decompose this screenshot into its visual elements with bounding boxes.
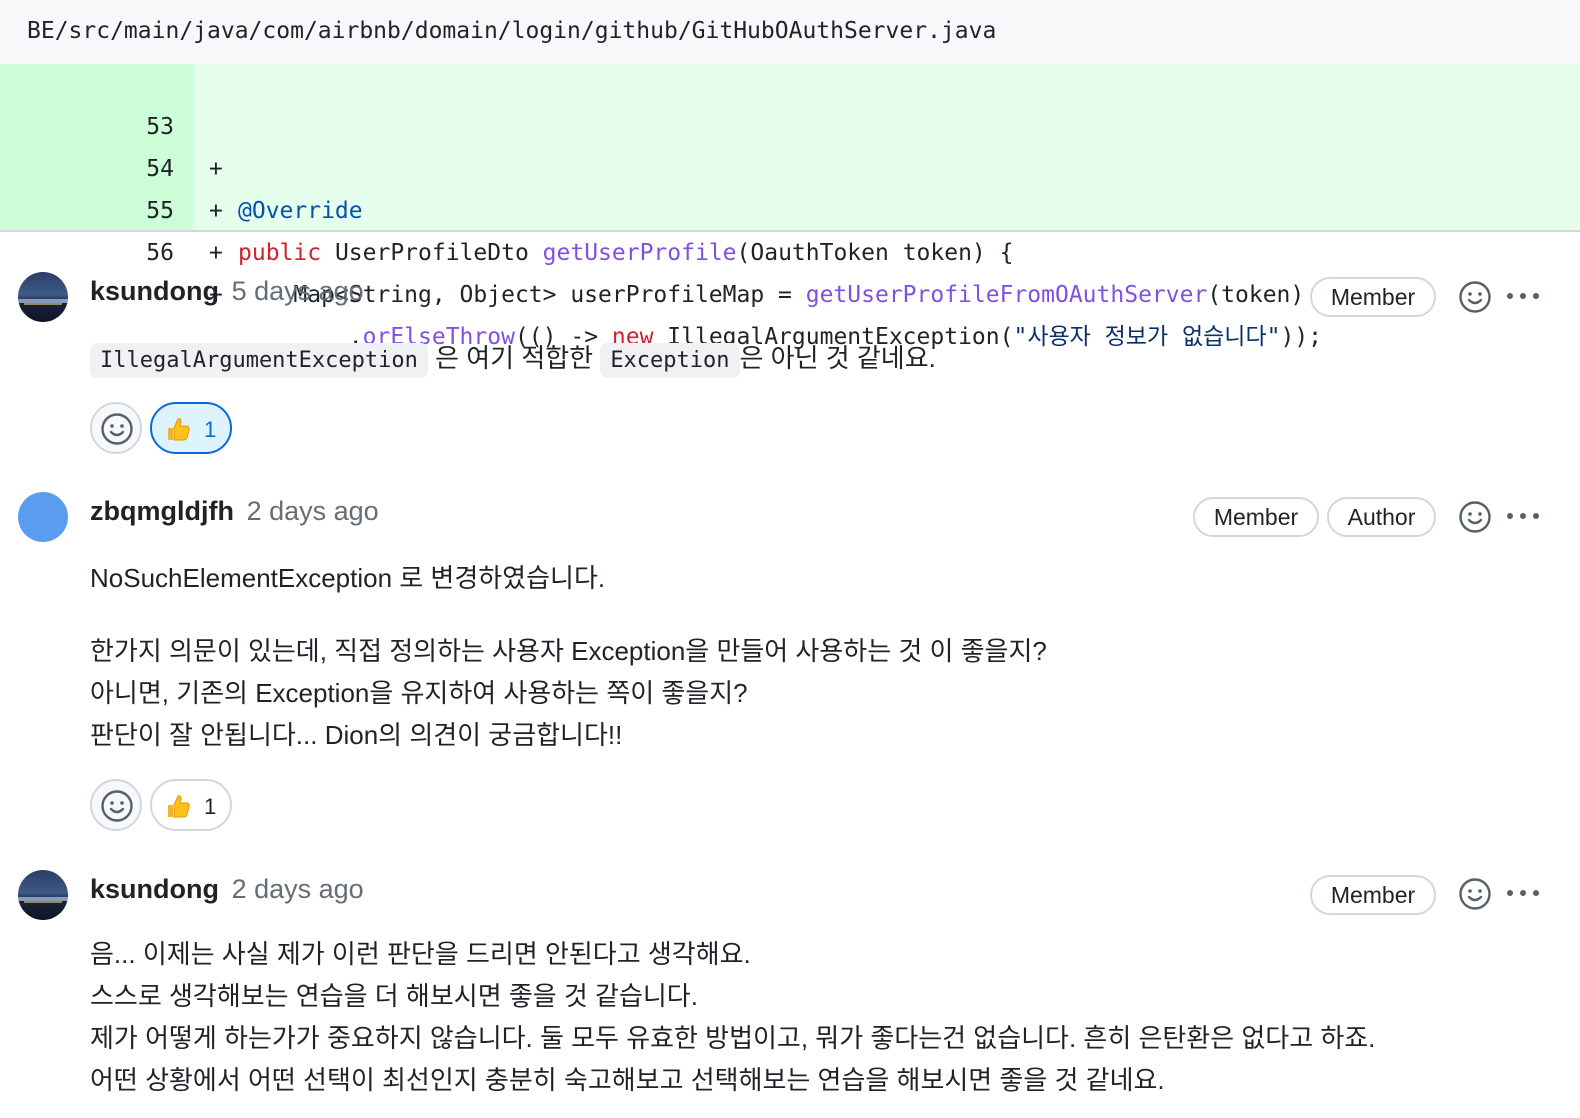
comment-author[interactable]: ksundong — [90, 276, 219, 306]
code-line: Map<String, Object> userProfileMap = get… — [238, 274, 1304, 316]
comment-text: 은 여기 적합한 — [427, 343, 601, 373]
comment-line: 음... 이제는 사실 제가 이런 판단을 드리면 안된다고 생각해요. — [90, 939, 751, 969]
comment-line: 한가지 의문이 있는데, 직접 정의하는 사용자 Exception을 만들어 … — [90, 636, 1047, 666]
diff-line: 54 + public UserProfileDto getUserProfil… — [0, 106, 1580, 266]
thumbs-up-reaction-button[interactable]: 1 — [150, 402, 232, 454]
reaction-count: 1 — [204, 417, 217, 442]
diff-hunk: 53 + @Override 54 + public UserProfileDt… — [0, 64, 1580, 350]
author-badge: Author — [1327, 497, 1436, 537]
kebab-horizontal-icon[interactable] — [1505, 291, 1541, 301]
comment-header: zbqmgldjfh 2 days ago — [90, 496, 379, 527]
member-badge: Member — [1310, 277, 1436, 317]
smiley-icon[interactable] — [1458, 877, 1492, 911]
avatar[interactable] — [18, 492, 68, 542]
code-token: "사용자 정보가 없습니다" — [1013, 324, 1281, 350]
comment-text: 은 아닌 것 같네요. — [739, 343, 936, 373]
code-token: (token) — [1207, 282, 1305, 308]
smiley-icon — [101, 790, 133, 822]
member-badge: Member — [1193, 497, 1319, 537]
smiley-icon — [101, 413, 133, 445]
diff-line: 53 + @Override — [0, 64, 1580, 224]
comment-timestamp[interactable]: 2 days ago — [232, 874, 364, 904]
code-token: (OauthToken token) { — [736, 240, 1014, 266]
avatar[interactable] — [18, 272, 68, 322]
code-token: getUserProfile — [542, 240, 737, 266]
comment-author[interactable]: ksundong — [90, 874, 219, 904]
code-token: getUserProfileFromOAuthServer — [805, 282, 1208, 308]
thumbs-up-reaction-button[interactable]: 1 — [150, 779, 232, 831]
added-marker: + — [209, 240, 223, 266]
smiley-icon[interactable] — [1458, 500, 1492, 534]
comment-body: 한가지 의문이 있는데, 직접 정의하는 사용자 Exception을 만들어 … — [90, 630, 1047, 756]
line-number[interactable]: 56 — [0, 232, 174, 274]
code-token: )); — [1280, 324, 1323, 350]
thumbs-up-emoji — [168, 418, 190, 441]
code-line: public UserProfileDto getUserProfile(Oau… — [238, 232, 1013, 274]
code-token: public — [238, 240, 322, 266]
comment-line: 제가 어떻게 하는가가 중요하지 않습니다. 둘 모두 유효한 방법이고, 뭐가… — [90, 1023, 1376, 1053]
comment-line: 판단이 잘 안됩니다... Dion의 의견이 궁금합니다!! — [90, 720, 623, 750]
diff-line: 55 + Map<String, Object> userProfileMap … — [0, 148, 1580, 308]
file-path-header[interactable]: BE/src/main/java/com/airbnb/domain/login… — [0, 0, 1580, 64]
comment-body: NoSuchElementException 로 변경하였습니다. — [90, 557, 605, 599]
comment-timestamp[interactable]: 2 days ago — [247, 496, 379, 526]
comment-author[interactable]: zbqmgldjfh — [90, 496, 234, 526]
comment-timestamp[interactable]: 5 days ago — [232, 276, 364, 306]
kebab-horizontal-icon[interactable] — [1505, 888, 1541, 898]
comment-line: 어떤 상황에서 어떤 선택이 최선인지 충분히 숙고해보고 선택해보는 연습을 … — [90, 1065, 1165, 1095]
comment-line: 아니면, 기존의 Exception을 유지하여 사용하는 쪽이 좋을지? — [90, 678, 748, 708]
comment-body: IllegalArgumentException 은 여기 적합한 Except… — [90, 337, 936, 382]
comment-header: ksundong 2 days ago — [90, 874, 364, 905]
comment-body: 음... 이제는 사실 제가 이런 판단을 드리면 안된다고 생각해요. 스스로… — [90, 933, 1375, 1101]
avatar[interactable] — [18, 870, 68, 920]
reaction-count: 1 — [204, 794, 217, 819]
comment-line: 스스로 생각해보는 연습을 더 해보시면 좋을 것 같습니다. — [90, 981, 698, 1011]
add-reaction-button[interactable] — [90, 779, 142, 831]
thumbs-up-emoji — [168, 795, 190, 818]
comment-header: ksundong 5 days ago — [90, 276, 364, 307]
smiley-icon[interactable] — [1458, 280, 1492, 314]
kebab-horizontal-icon[interactable] — [1505, 511, 1541, 521]
diff-line: 56 + .orElseThrow(() -> new IllegalArgum… — [0, 190, 1580, 350]
file-path: BE/src/main/java/com/airbnb/domain/login… — [27, 18, 997, 44]
inline-code: Exception — [600, 343, 740, 378]
add-reaction-button[interactable] — [90, 402, 142, 454]
comment-paragraph: NoSuchElementException 로 변경하였습니다. — [90, 563, 606, 593]
inline-code: IllegalArgumentException — [90, 343, 428, 378]
code-token: UserProfileDto — [321, 240, 543, 266]
member-badge: Member — [1310, 875, 1436, 915]
